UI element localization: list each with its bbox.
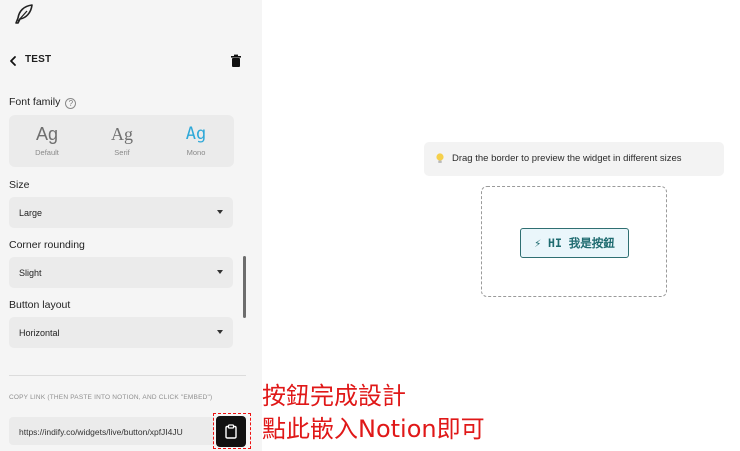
- font-sample: Ag: [111, 124, 133, 144]
- help-icon[interactable]: ?: [65, 98, 77, 109]
- annotation-text-2: 點此嵌入Notion即可: [262, 415, 485, 443]
- corner-rounding-select[interactable]: Slight: [9, 257, 233, 288]
- lightbulb-icon: [436, 153, 444, 163]
- annotation-highlight-box: [213, 413, 251, 449]
- font-sample: Ag: [35, 124, 59, 144]
- font-family-label: Font family?: [9, 96, 77, 109]
- sidebar: TEST Font family? Ag Default Ag Serif Ag…: [0, 0, 262, 451]
- feather-logo-icon: [15, 4, 33, 24]
- select-value: Slight: [19, 268, 42, 278]
- preview-frame[interactable]: ⚡ HI 我是按鈕: [481, 186, 667, 297]
- back-chevron-icon[interactable]: [6, 52, 20, 70]
- font-caption: Default: [35, 148, 59, 157]
- select-value: Large: [19, 208, 43, 218]
- corner-rounding-label: Corner rounding: [9, 239, 85, 251]
- scrollbar-thumb[interactable]: [243, 256, 246, 318]
- preview-widget-button[interactable]: ⚡ HI 我是按鈕: [520, 228, 629, 258]
- caret-down-icon: [217, 330, 223, 334]
- size-label: Size: [9, 179, 30, 191]
- button-layout-label: Button layout: [9, 299, 71, 311]
- select-value: Horizontal: [19, 328, 60, 338]
- font-caption: Mono: [186, 148, 206, 157]
- font-option-serif[interactable]: Ag Serif: [92, 123, 152, 157]
- copy-link-field[interactable]: https://indify.co/widgets/live/button/xp…: [9, 417, 214, 445]
- caret-down-icon: [217, 210, 223, 214]
- annotation-text-1: 按鈕完成設計: [262, 382, 406, 410]
- font-family-picker: Ag Default Ag Serif Ag Mono: [9, 115, 234, 167]
- preview-hint: Drag the border to preview the widget in…: [424, 142, 724, 176]
- divider: [9, 375, 246, 376]
- font-option-mono[interactable]: Ag Mono: [166, 123, 226, 157]
- size-select[interactable]: Large: [9, 197, 233, 228]
- font-sample: Ag: [185, 124, 207, 144]
- trash-icon[interactable]: [229, 52, 243, 70]
- caret-down-icon: [217, 270, 223, 274]
- font-option-default[interactable]: Ag Default: [17, 123, 77, 157]
- hint-text: Drag the border to preview the widget in…: [452, 153, 682, 164]
- copy-link-label: COPY LINK (THEN PASTE INTO NOTION, AND C…: [9, 394, 213, 401]
- button-layout-select[interactable]: Horizontal: [9, 317, 233, 348]
- font-caption: Serif: [114, 148, 130, 157]
- widget-header: TEST: [0, 48, 262, 74]
- widget-title: TEST: [25, 54, 52, 65]
